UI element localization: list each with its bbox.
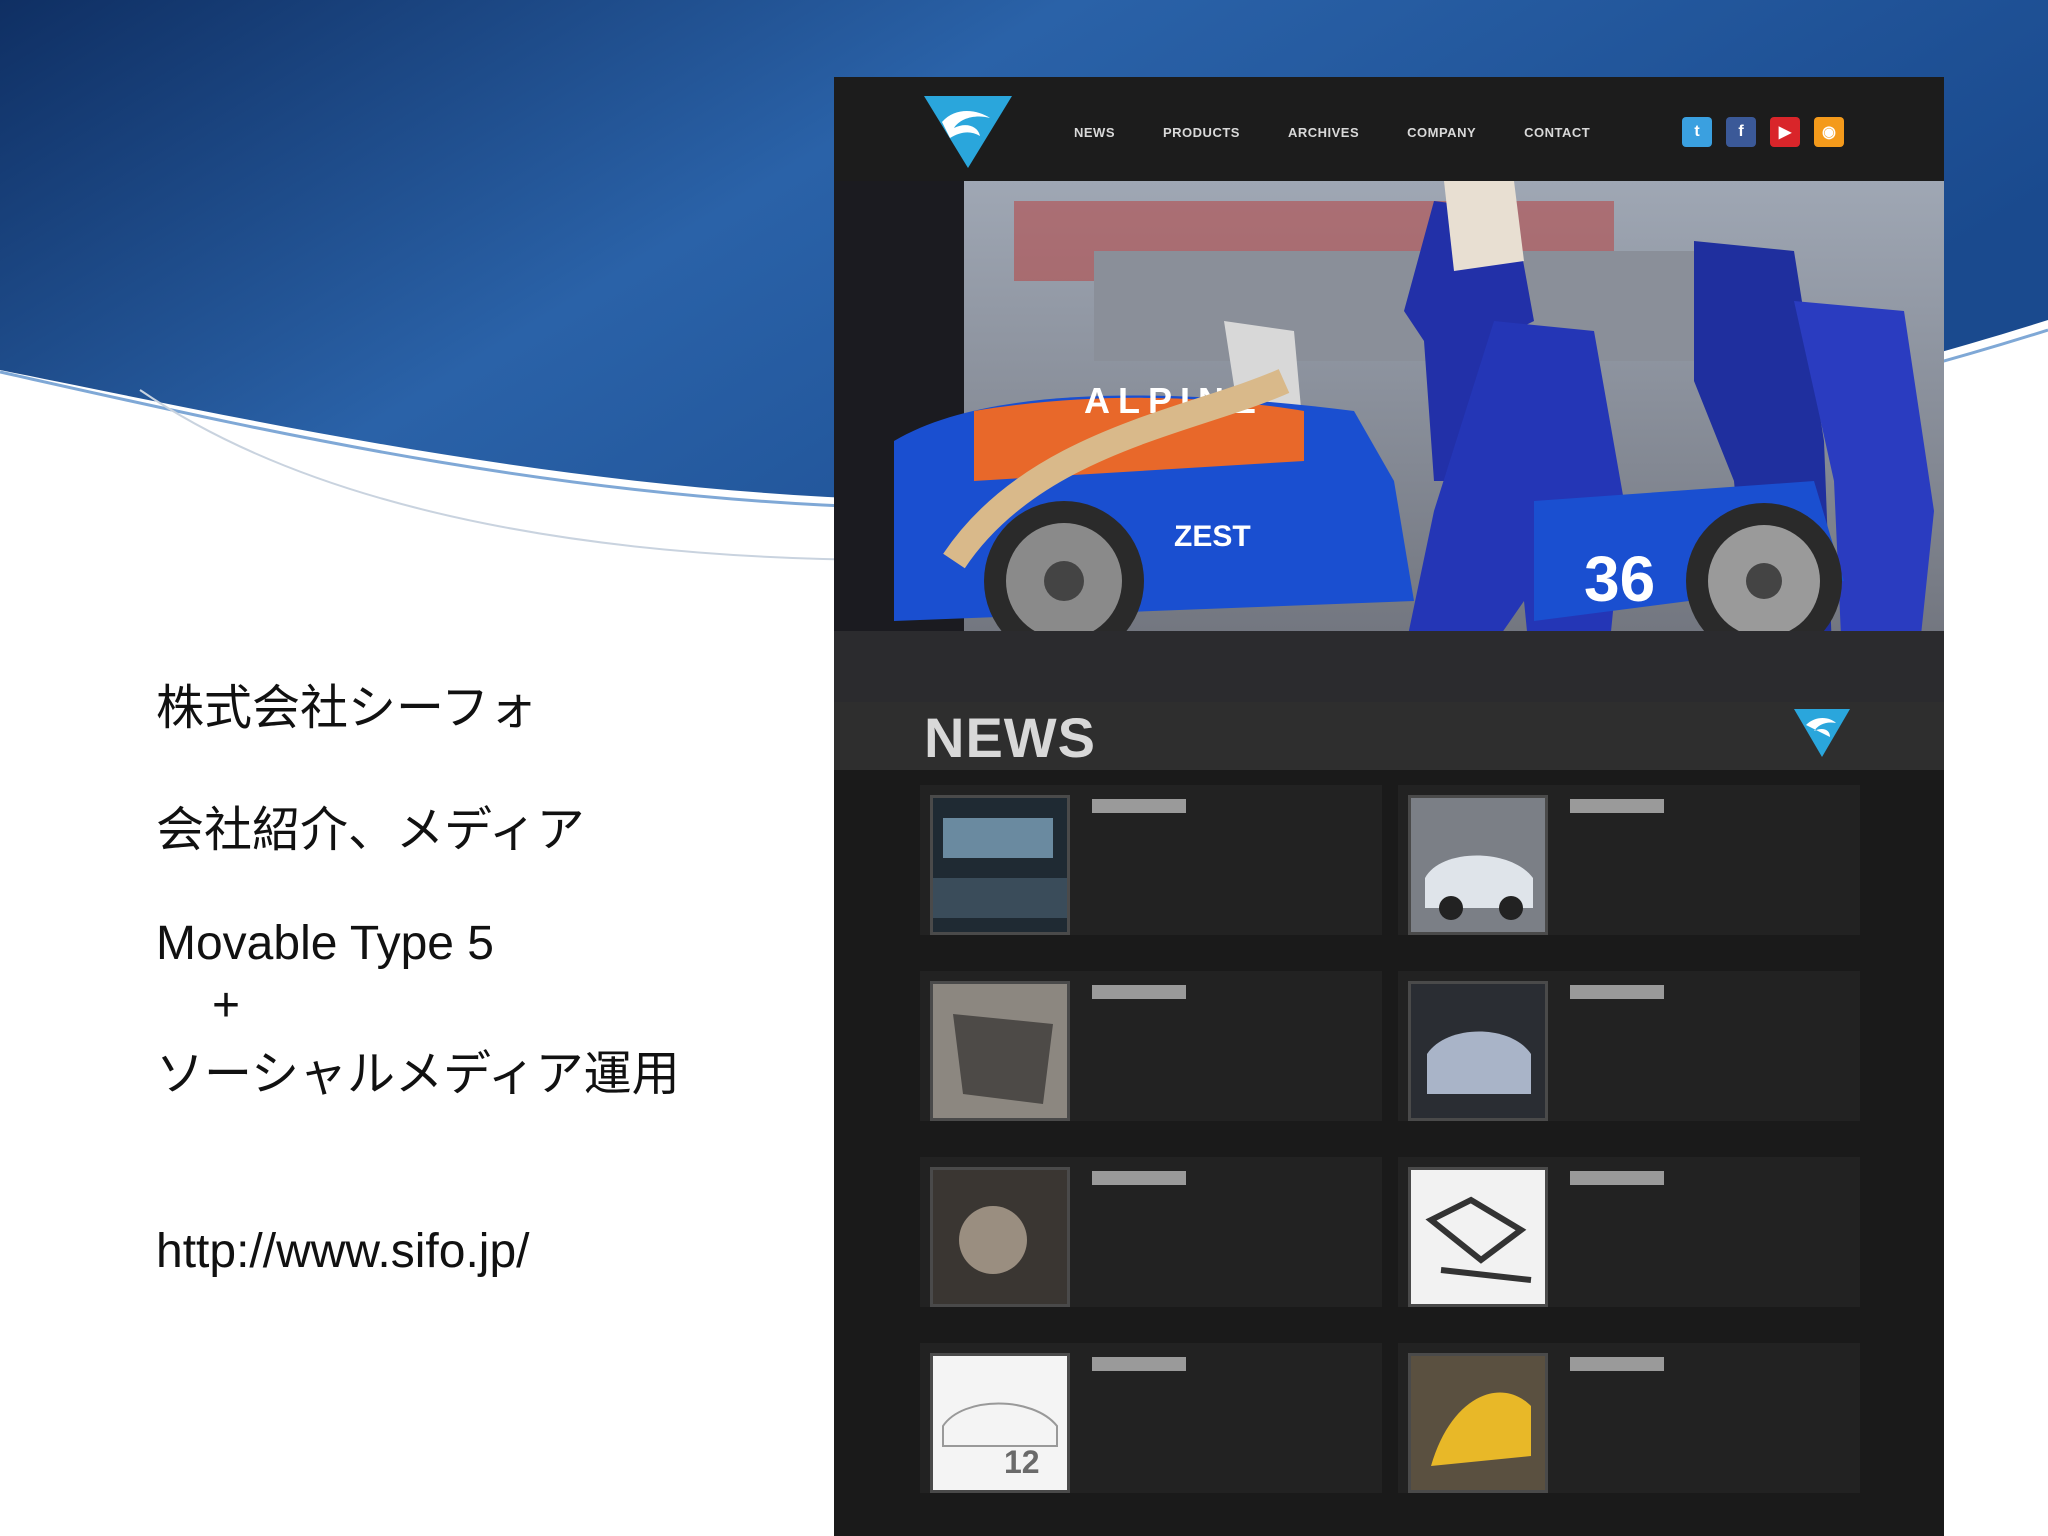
news-thumbnail [1408, 1353, 1548, 1493]
social-links: t f ▶ ◉ [1682, 117, 1844, 147]
news-card[interactable] [920, 1157, 1382, 1307]
nav-products[interactable]: PRODUCTS [1163, 125, 1240, 140]
nav-news[interactable]: NEWS [1074, 125, 1115, 140]
company-name: 株式会社シーフォ [156, 680, 538, 736]
hero-car-number: 36 [1584, 543, 1655, 615]
news-thumbnail [930, 795, 1070, 935]
news-thumbnail [1408, 795, 1548, 935]
news-thumbnail [930, 1167, 1070, 1307]
news-thumbnail [1408, 981, 1548, 1121]
page-number: 12 [1004, 1444, 1040, 1480]
facebook-icon[interactable]: f [1726, 117, 1756, 147]
news-card[interactable] [920, 785, 1382, 935]
sifo-logo-small [1794, 709, 1850, 757]
hero-sponsor: ZEST [1174, 520, 1251, 553]
website-screenshot: NEWS PRODUCTS ARCHIVES COMPANY CONTACT t… [834, 77, 1944, 1536]
news-date [1570, 1171, 1664, 1185]
youtube-icon[interactable]: ▶ [1770, 117, 1800, 147]
site-header: NEWS PRODUCTS ARCHIVES COMPANY CONTACT t… [834, 77, 1944, 181]
plus-sign: + [212, 979, 241, 1032]
sifo-logo[interactable] [920, 92, 1016, 172]
news-thumbnail [930, 981, 1070, 1121]
website-url[interactable]: http://www.sifo.jp/ [156, 1224, 529, 1279]
nav-contact[interactable]: CONTACT [1524, 125, 1590, 140]
nav-archives[interactable]: ARCHIVES [1288, 125, 1359, 140]
news-card[interactable] [1398, 785, 1860, 935]
hero-image: ALPINE ZEST 36 [834, 181, 1944, 702]
news-card[interactable] [1398, 1157, 1860, 1307]
news-card[interactable] [1398, 971, 1860, 1121]
description-line: 会社紹介、メディア [156, 802, 585, 858]
news-card[interactable] [920, 1343, 1382, 1493]
site-navigation: NEWS PRODUCTS ARCHIVES COMPANY CONTACT [1074, 125, 1638, 140]
news-heading: NEWS [924, 706, 1096, 769]
news-date [1092, 985, 1186, 999]
news-card[interactable] [920, 971, 1382, 1121]
nav-company[interactable]: COMPANY [1407, 125, 1476, 140]
news-date [1570, 985, 1664, 999]
news-card[interactable] [1398, 1343, 1860, 1493]
news-date [1092, 1171, 1186, 1185]
cms-name: Movable Type 5 [156, 917, 494, 970]
news-date [1092, 799, 1186, 813]
news-thumbnail [930, 1353, 1070, 1493]
social-media-operation: ソーシャルメディア運用 [156, 1046, 680, 1102]
news-date [1570, 1357, 1664, 1371]
twitter-icon[interactable]: t [1682, 117, 1712, 147]
news-date [1570, 799, 1664, 813]
news-thumbnail [1408, 1167, 1548, 1307]
news-date [1092, 1357, 1186, 1371]
rss-icon[interactable]: ◉ [1814, 117, 1844, 147]
